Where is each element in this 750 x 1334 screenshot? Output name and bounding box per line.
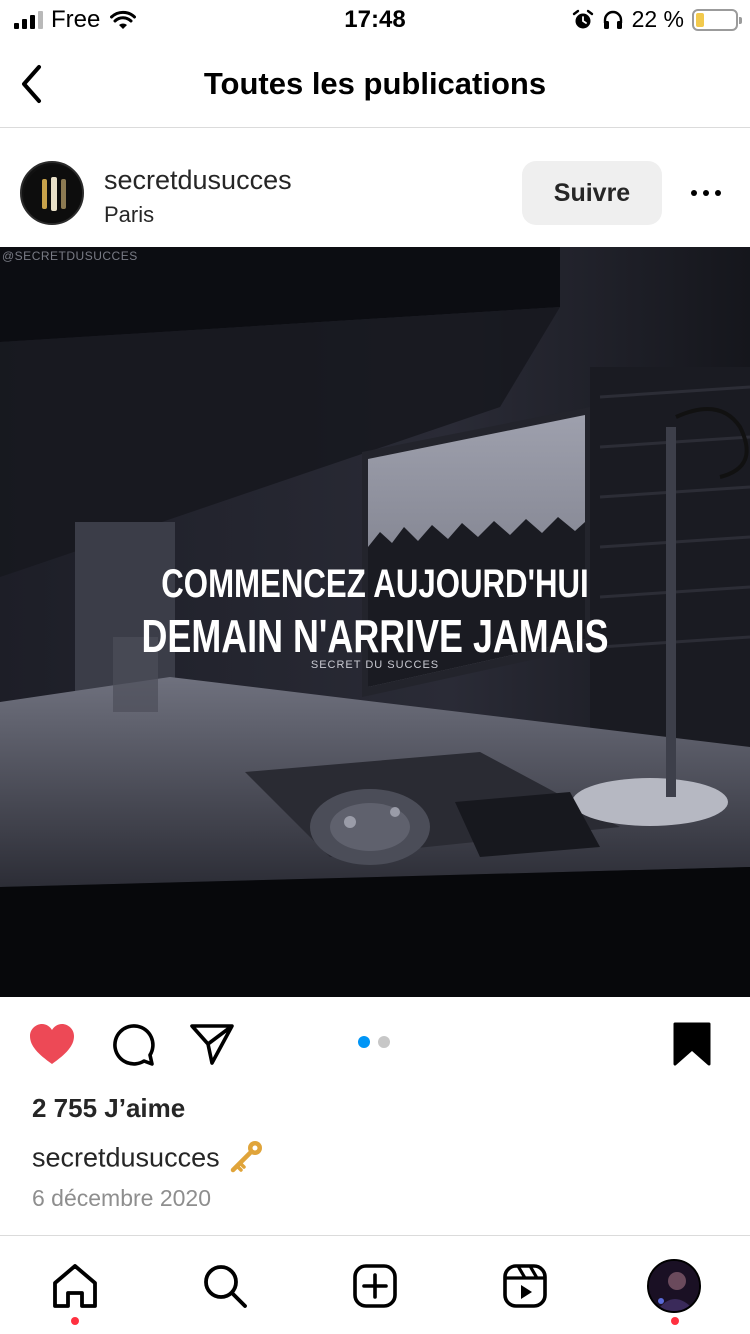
alarm-icon [572, 9, 593, 28]
status-right: 22 % [572, 6, 742, 33]
quote-line-2: DEMAIN N'ARRIVE JAMAIS [141, 610, 609, 662]
battery-level [696, 12, 704, 27]
key-icon [228, 1139, 264, 1180]
heart-icon [30, 1024, 74, 1064]
share-button[interactable] [187, 1019, 237, 1069]
profile-notification-dot [671, 1317, 679, 1325]
post-header: secretdusucces Paris Suivre [0, 129, 750, 247]
post-image[interactable]: @SECRETDUSUCCES COMMENCEZ AUJOURD'HUI DE… [0, 247, 750, 997]
tab-create[interactable] [347, 1260, 403, 1312]
carousel-dot [358, 1036, 370, 1048]
tab-search[interactable] [197, 1260, 253, 1312]
reels-icon [503, 1264, 547, 1308]
profile-avatar [647, 1259, 701, 1313]
follow-button[interactable]: Suivre [522, 161, 662, 225]
status-bar: Free 17:48 22 % [0, 0, 750, 42]
share-icon [190, 1024, 234, 1065]
bookmark-icon [673, 1022, 711, 1066]
post-location[interactable]: Paris [104, 202, 154, 228]
more-horizontal-icon [691, 190, 697, 196]
search-icon [204, 1265, 247, 1308]
home-icon [53, 1264, 97, 1308]
caption-username[interactable]: secretdusucces [32, 1143, 220, 1173]
headphones-icon [603, 10, 622, 29]
post-date: 6 décembre 2020 [32, 1185, 212, 1211]
likes-count[interactable]: 2 755 J’aime [32, 1093, 185, 1124]
page-title: Toutes les publications [203, 66, 547, 101]
bottom-tab-bar [0, 1235, 750, 1334]
save-button[interactable] [667, 1019, 717, 1069]
author-username[interactable]: secretdusucces [104, 165, 292, 196]
comment-icon [113, 1024, 155, 1066]
battery-percent: 22 % [631, 6, 684, 32]
battery-icon [692, 8, 742, 31]
home-notification-dot [71, 1317, 79, 1325]
tab-home[interactable] [47, 1260, 103, 1312]
image-watermark: @SECRETDUSUCCES [2, 249, 138, 263]
carousel-dot [378, 1036, 390, 1048]
image-signature: SECRET DU SUCCES [310, 659, 440, 671]
post-caption: secretdusucces [32, 1139, 264, 1180]
like-button[interactable] [27, 1019, 77, 1069]
nav-header: Toutes les publications [0, 42, 750, 128]
more-options-button[interactable] [682, 177, 730, 209]
comment-button[interactable] [108, 1019, 158, 1069]
tab-reels[interactable] [497, 1260, 553, 1312]
author-avatar[interactable] [20, 161, 84, 225]
post-actions [0, 997, 750, 1091]
create-icon [353, 1264, 397, 1308]
tab-profile[interactable] [646, 1259, 702, 1313]
carousel-indicator [358, 1036, 390, 1048]
quote-line-1: COMMENCEZ AUJOURD'HUI [161, 562, 589, 606]
